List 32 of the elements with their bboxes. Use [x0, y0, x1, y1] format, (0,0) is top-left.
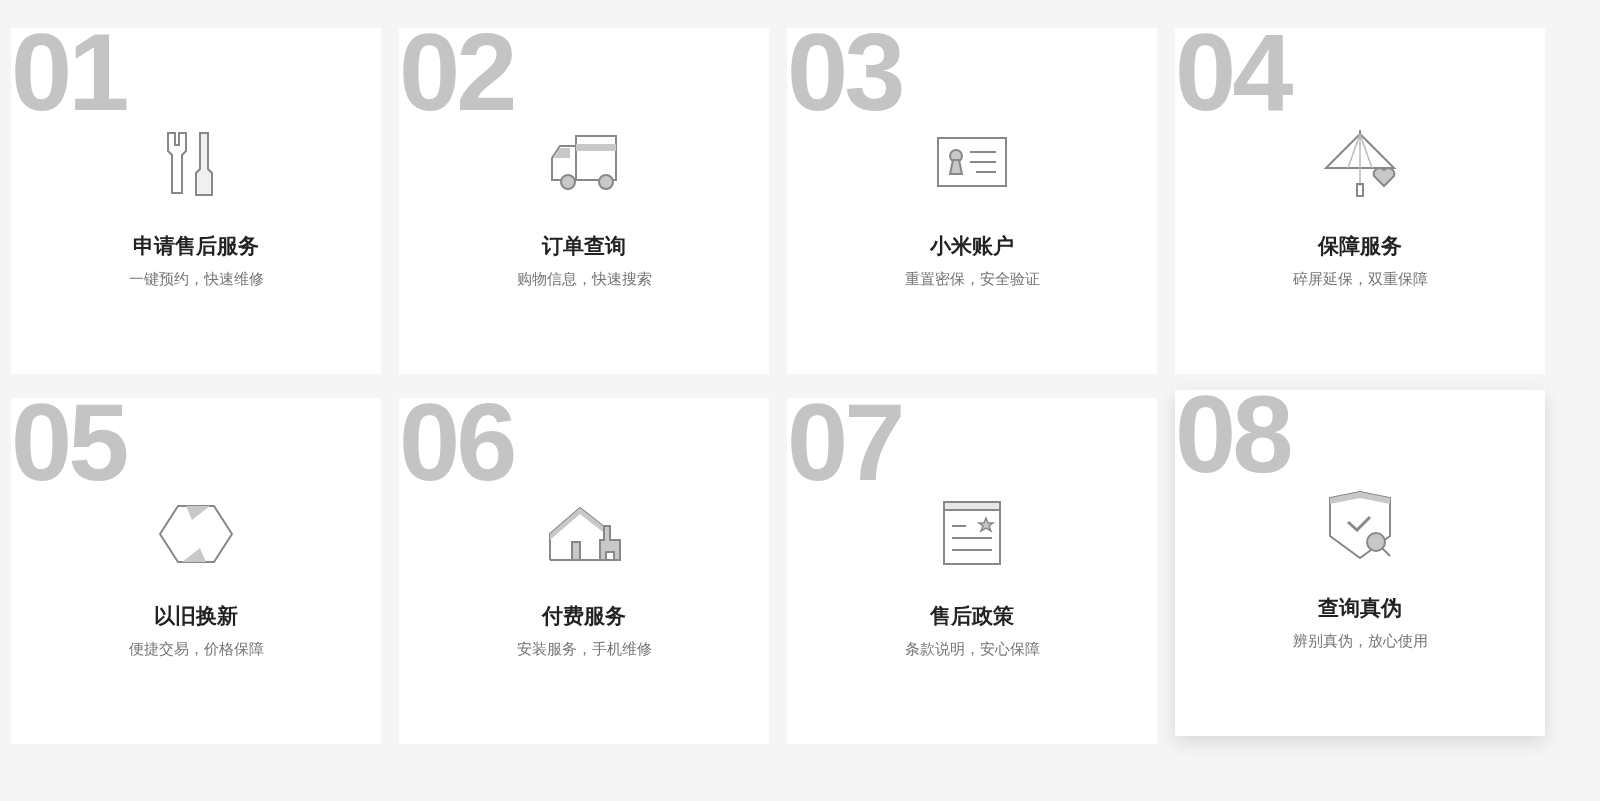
card-title: 订单查询: [542, 233, 626, 260]
service-card[interactable]: 08 查询真伪 辨别真伪，放心使用: [1175, 390, 1545, 736]
card-subtitle: 一键预约，快速维修: [128, 270, 264, 289]
card-title: 查询真伪: [1318, 595, 1402, 622]
card-title: 付费服务: [542, 603, 626, 630]
card-subtitle: 重置密保，安全验证: [904, 270, 1040, 289]
card-number: 08: [1175, 390, 1290, 478]
card-subtitle: 购物信息，快速搜索: [516, 270, 652, 289]
card-title: 小米账户: [930, 233, 1014, 260]
card-subtitle: 便捷交易，价格保障: [128, 640, 264, 659]
card-subtitle: 安装服务，手机维修: [516, 640, 652, 659]
card-title: 售后政策: [930, 603, 1014, 630]
service-card[interactable]: 06 付费服务 安装服务，手机维修: [399, 398, 769, 744]
card-title: 申请售后服务: [133, 233, 259, 260]
card-title: 以旧换新: [154, 603, 238, 630]
card-number: 02: [399, 28, 514, 116]
service-card[interactable]: 01 申请售后服务 一键预约，快速维修: [11, 28, 381, 374]
card-number: 05: [11, 398, 126, 486]
card-number: 04: [1175, 28, 1290, 116]
service-card[interactable]: 03 小米账户 重置密保，安全验证: [787, 28, 1157, 374]
card-number: 03: [787, 28, 902, 116]
card-number: 01: [11, 28, 126, 116]
card-subtitle: 辨别真伪，放心使用: [1292, 632, 1428, 651]
card-subtitle: 碎屏延保，双重保障: [1292, 270, 1428, 289]
card-subtitle: 条款说明，安心保障: [904, 640, 1040, 659]
service-card[interactable]: 04 保障服务 碎屏延保，双重保障: [1175, 28, 1545, 374]
service-card[interactable]: 05 以旧换新 便捷交易，价格保障: [11, 398, 381, 744]
service-card[interactable]: 07 售后政策 条款说明，安心保障: [787, 398, 1157, 744]
service-card[interactable]: 02 订单查询 购物信息，快速搜索: [399, 28, 769, 374]
card-number: 07: [787, 398, 902, 486]
card-title: 保障服务: [1318, 233, 1402, 260]
card-number: 06: [399, 398, 514, 486]
